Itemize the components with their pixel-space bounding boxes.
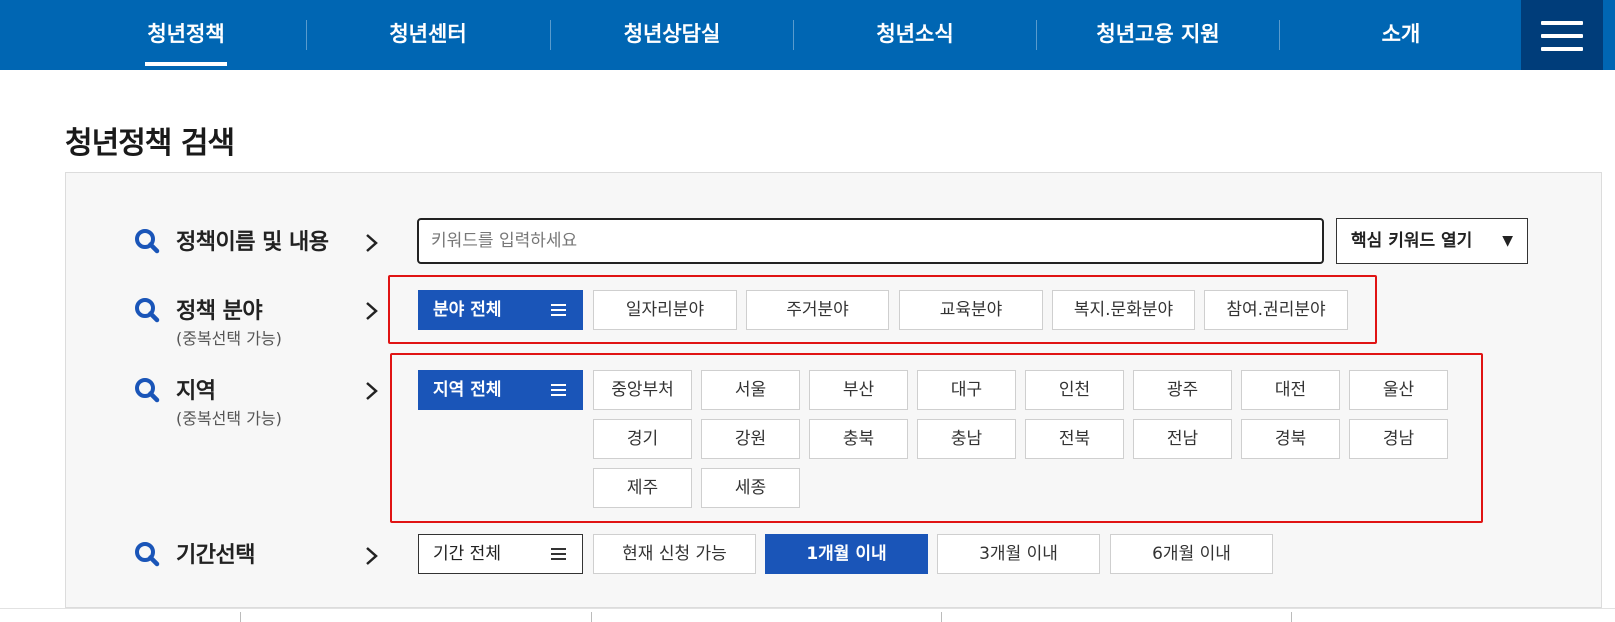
hamburger-icon-bar	[1541, 47, 1583, 51]
bottom-tick	[1291, 612, 1292, 622]
region-option[interactable]: 제주	[593, 468, 692, 508]
region-all-button[interactable]: 지역 전체	[418, 370, 583, 410]
chevron-right-icon	[366, 547, 378, 565]
nav-item-about[interactable]: 소개	[1281, 0, 1521, 70]
region-option[interactable]: 인천	[1025, 370, 1124, 410]
period-option-6month[interactable]: 6개월 이내	[1110, 534, 1273, 574]
triangle-down-icon: ▼	[1502, 233, 1513, 249]
bottom-tick	[941, 612, 942, 622]
keyword-toggle-label: 핵심 키워드 열기	[1351, 231, 1473, 251]
period-all-label: 기간 전체	[433, 544, 501, 564]
field-option-welfare[interactable]: 복지.문화분야	[1052, 290, 1195, 330]
list-icon	[551, 384, 566, 396]
nav-item-counseling[interactable]: 청년상담실	[552, 0, 792, 70]
region-option[interactable]: 충북	[809, 419, 908, 459]
hamburger-icon	[1541, 21, 1583, 25]
search-icon	[135, 229, 160, 254]
nav-separator	[550, 20, 551, 50]
keyword-label: 정책이름 및 내용	[176, 230, 329, 255]
keyword-toggle-button[interactable]: 핵심 키워드 열기 ▼	[1336, 218, 1528, 264]
region-option[interactable]: 부산	[809, 370, 908, 410]
hamburger-menu-button[interactable]	[1521, 0, 1603, 70]
nav-separator	[793, 20, 794, 50]
nav-item-news[interactable]: 청년소식	[795, 0, 1035, 70]
region-option[interactable]: 경북	[1241, 419, 1340, 459]
region-option[interactable]: 경기	[593, 419, 692, 459]
region-option[interactable]: 대전	[1241, 370, 1340, 410]
period-option-now[interactable]: 현재 신청 가능	[593, 534, 756, 574]
field-option-jobs[interactable]: 일자리분야	[593, 290, 737, 330]
bottom-divider	[0, 608, 1615, 622]
region-label: 지역	[176, 379, 216, 404]
page-title: 청년정책 검색	[65, 126, 235, 161]
search-icon	[135, 542, 160, 567]
field-label: 정책 분야	[176, 299, 263, 324]
list-icon	[551, 548, 566, 560]
region-option[interactable]: 광주	[1133, 370, 1232, 410]
period-option-3month[interactable]: 3개월 이내	[937, 534, 1100, 574]
field-option-participation[interactable]: 참여.권리분야	[1204, 290, 1348, 330]
region-option[interactable]: 서울	[701, 370, 800, 410]
chevron-right-icon	[366, 302, 378, 320]
region-option[interactable]: 세종	[701, 468, 800, 508]
top-nav: 청년정책 청년센터 청년상담실 청년소식 청년고용 지원 소개	[0, 0, 1615, 70]
nav-separator	[1279, 20, 1280, 50]
nav-item-youth-policy[interactable]: 청년정책	[66, 0, 306, 70]
chevron-right-icon	[366, 234, 378, 252]
region-option[interactable]: 중앙부처	[593, 370, 692, 410]
chevron-right-icon	[366, 382, 378, 400]
field-all-button[interactable]: 분야 전체	[418, 290, 583, 330]
hamburger-icon-bar	[1541, 34, 1583, 38]
region-option[interactable]: 경남	[1349, 419, 1448, 459]
field-option-housing[interactable]: 주거분야	[746, 290, 889, 330]
search-icon	[135, 378, 160, 403]
field-option-education[interactable]: 교육분야	[899, 290, 1043, 330]
region-sublabel: (중복선택 가능)	[176, 409, 282, 428]
bottom-tick	[240, 612, 241, 622]
bottom-tick	[591, 612, 592, 622]
list-icon	[551, 304, 566, 316]
nav-separator	[306, 20, 307, 50]
region-option[interactable]: 대구	[917, 370, 1016, 410]
search-icon	[135, 298, 160, 323]
region-option[interactable]: 울산	[1349, 370, 1448, 410]
region-option[interactable]: 전남	[1133, 419, 1232, 459]
nav-item-employment[interactable]: 청년고용 지원	[1038, 0, 1278, 70]
keyword-search-input[interactable]	[417, 218, 1324, 264]
period-label: 기간선택	[176, 543, 255, 568]
period-all-button[interactable]: 기간 전체	[418, 534, 583, 574]
region-all-label: 지역 전체	[433, 380, 502, 400]
region-option[interactable]: 충남	[917, 419, 1016, 459]
region-option[interactable]: 강원	[701, 419, 800, 459]
field-all-label: 분야 전체	[433, 300, 502, 320]
field-sublabel: (중복선택 가능)	[176, 329, 282, 348]
nav-item-youth-center[interactable]: 청년센터	[308, 0, 548, 70]
period-option-1month[interactable]: 1개월 이내	[765, 534, 928, 574]
region-option[interactable]: 전북	[1025, 419, 1124, 459]
nav-separator	[1036, 20, 1037, 50]
